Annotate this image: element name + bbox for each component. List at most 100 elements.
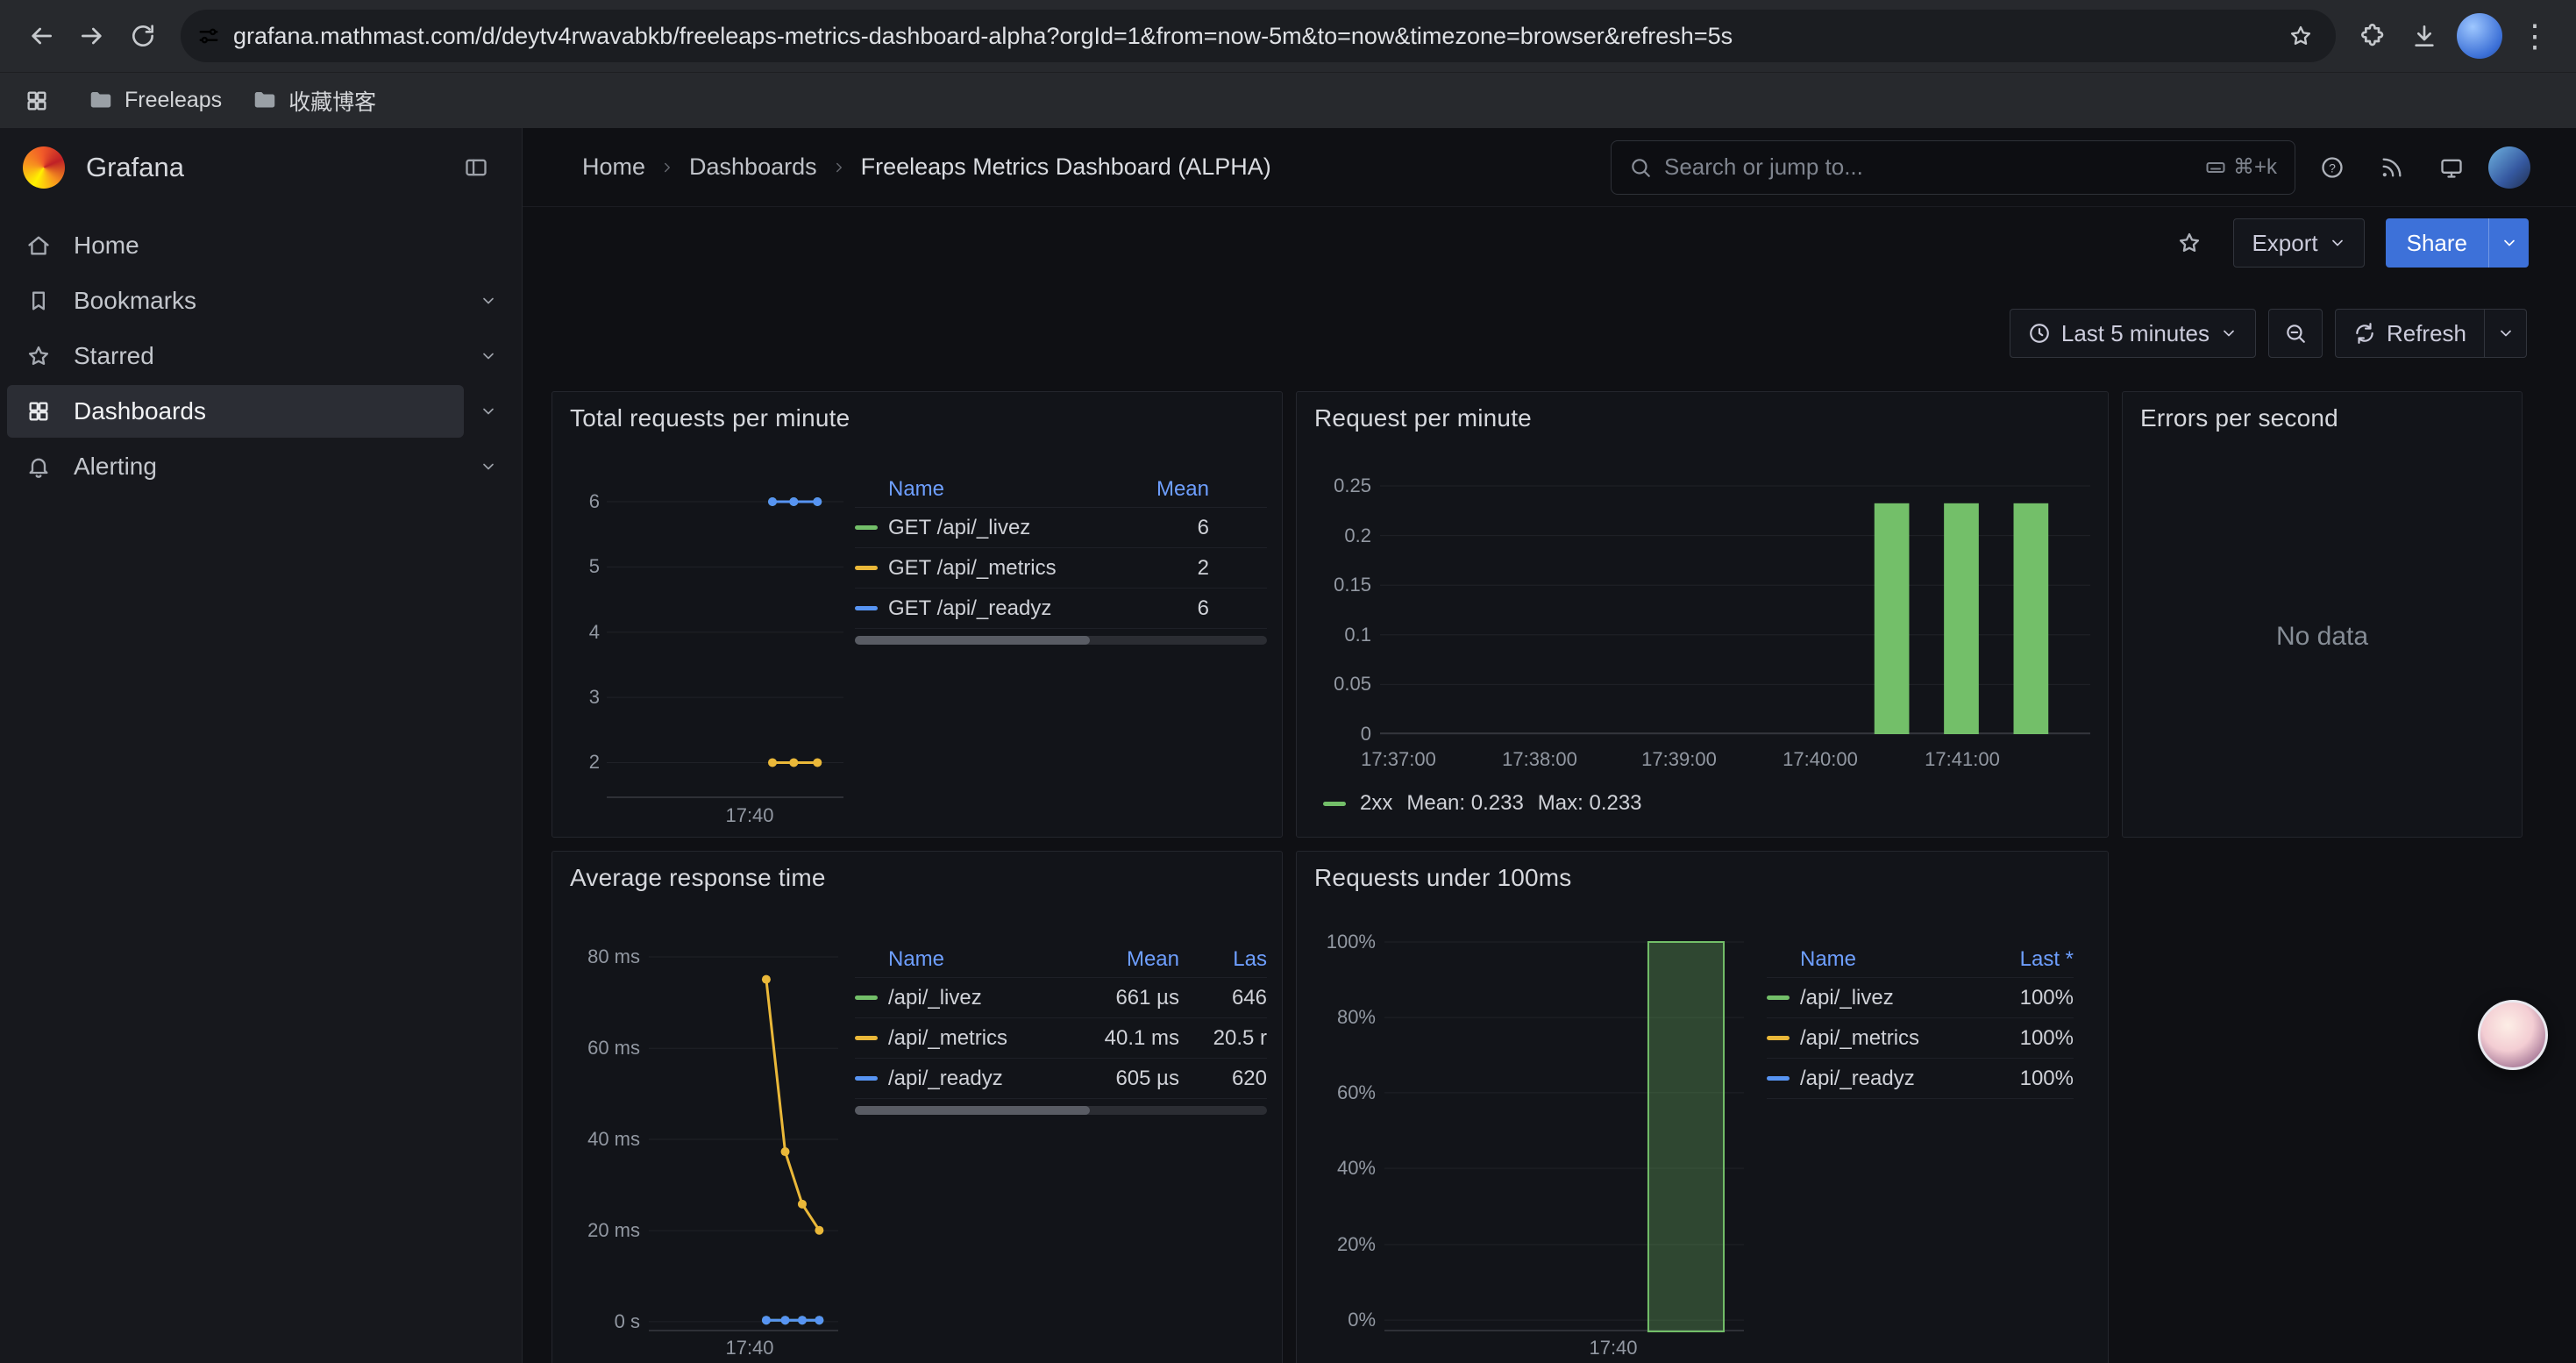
download-icon bbox=[2410, 22, 2438, 50]
x-tick: 17:38:00 bbox=[1478, 748, 1601, 771]
sidebar-item-starred-link[interactable]: Starred bbox=[7, 330, 464, 382]
y-tick: 4 bbox=[561, 622, 600, 643]
export-button[interactable]: Export bbox=[2233, 218, 2364, 268]
expand-bookmarks-button[interactable] bbox=[464, 276, 513, 325]
series-label[interactable]: 2xx bbox=[1360, 791, 1392, 816]
refresh-button[interactable]: Refresh bbox=[2335, 309, 2485, 358]
y-tick: 40% bbox=[1310, 1158, 1376, 1179]
expand-dashboards-button[interactable] bbox=[464, 387, 513, 436]
header-actions: ? bbox=[2309, 145, 2530, 190]
back-button[interactable] bbox=[16, 11, 67, 61]
display-button[interactable] bbox=[2429, 145, 2474, 190]
chevron-down-icon bbox=[480, 292, 497, 310]
refresh-icon bbox=[2353, 322, 2376, 345]
y-tick: 60 ms bbox=[561, 1038, 640, 1059]
sidebar-item-home-link[interactable]: Home bbox=[7, 219, 513, 272]
legend-row[interactable]: /api/_livez 661 µs 646 bbox=[855, 978, 1267, 1018]
share-menu-button[interactable] bbox=[2488, 218, 2529, 268]
sidebar-item-dashboards: Dashboards bbox=[7, 385, 513, 438]
sidebar-item-label: Alerting bbox=[74, 453, 157, 481]
scrollbar-thumb[interactable] bbox=[855, 636, 1090, 645]
assistant-avatar-bubble[interactable] bbox=[2478, 1000, 2548, 1070]
refresh-interval-button[interactable] bbox=[2485, 309, 2527, 358]
time-range-picker[interactable]: Last 5 minutes bbox=[2010, 309, 2256, 358]
news-button[interactable] bbox=[2369, 145, 2415, 190]
y-tick: 0.1 bbox=[1310, 624, 1371, 646]
x-tick: 17:41:00 bbox=[1901, 748, 2024, 771]
y-tick: 0% bbox=[1310, 1309, 1376, 1331]
legend-row[interactable]: /api/_metrics 40.1 ms 20.5 r bbox=[855, 1018, 1267, 1059]
legend-row[interactable]: GET /api/_livez 6 bbox=[855, 508, 1267, 548]
y-tick: 5 bbox=[561, 556, 600, 577]
search-shortcut: ⌘+k bbox=[2205, 154, 2277, 180]
apps-shortcut-button[interactable] bbox=[16, 80, 58, 122]
downloads-button[interactable] bbox=[2399, 11, 2450, 61]
forward-button[interactable] bbox=[67, 11, 117, 61]
legend-header-name[interactable]: Name bbox=[888, 947, 1088, 972]
legend-header-last[interactable]: Las bbox=[1192, 947, 1267, 972]
rss-icon bbox=[2380, 155, 2404, 180]
sidebar-item-bookmarks-link[interactable]: Bookmarks bbox=[7, 275, 464, 327]
bookmark-folder-blogs[interactable]: 收藏博客 bbox=[252, 85, 376, 117]
legend-row[interactable]: /api/_readyz 100% bbox=[1767, 1059, 2074, 1099]
legend-header-mean[interactable]: Mean bbox=[1130, 477, 1209, 502]
series-color-swatch bbox=[1323, 802, 1346, 806]
y-tick: 20% bbox=[1310, 1234, 1376, 1255]
sidebar-item-alerting-link[interactable]: Alerting bbox=[7, 440, 464, 493]
legend-row[interactable]: /api/_livez 100% bbox=[1767, 978, 2074, 1018]
y-tick: 80% bbox=[1310, 1007, 1376, 1028]
clock-icon bbox=[2028, 322, 2051, 345]
browser-profile-avatar[interactable] bbox=[2457, 13, 2502, 59]
site-settings-icon[interactable] bbox=[196, 24, 221, 48]
panel-request-per-minute: Request per minute 0.25 0.2 0.15 0.1 0.0… bbox=[1296, 391, 2109, 838]
star-icon bbox=[2177, 231, 2202, 255]
time-controls: Last 5 minutes Refresh bbox=[2010, 309, 2527, 358]
browser-menu-button[interactable]: ⋮ bbox=[2509, 11, 2560, 61]
legend-row[interactable]: /api/_metrics 100% bbox=[1767, 1018, 2074, 1059]
breadcrumb-dashboards[interactable]: Dashboards bbox=[689, 153, 817, 181]
legend-header-name[interactable]: Name bbox=[888, 477, 1130, 502]
expand-alerting-button[interactable] bbox=[464, 442, 513, 491]
folder-icon bbox=[252, 88, 278, 114]
screen: grafana.mathmast.com/d/deytv4rwavabkb/fr… bbox=[0, 0, 2576, 1363]
series-color-swatch bbox=[1767, 1036, 1790, 1040]
legend-header-mean[interactable]: Mean bbox=[1088, 947, 1179, 972]
breadcrumb-current-page: Freeleaps Metrics Dashboard (ALPHA) bbox=[861, 153, 1271, 181]
breadcrumb-home[interactable]: Home bbox=[582, 153, 645, 181]
under-100ms-bar-chart bbox=[1384, 942, 1744, 1331]
chevron-down-icon bbox=[2220, 325, 2238, 342]
bookmark-page-button[interactable] bbox=[2281, 17, 2320, 55]
help-icon: ? bbox=[2320, 155, 2345, 180]
favorite-dashboard-button[interactable] bbox=[2167, 220, 2212, 266]
legend-row[interactable]: GET /api/_readyz 6 bbox=[855, 589, 1267, 629]
legend-header-last[interactable]: Last * bbox=[1977, 947, 2074, 972]
help-button[interactable]: ? bbox=[2309, 145, 2355, 190]
legend-row[interactable]: /api/_readyz 605 µs 620 bbox=[855, 1059, 1267, 1099]
search-bar[interactable]: ⌘+k bbox=[1611, 140, 2295, 195]
legend-row[interactable]: GET /api/_metrics 2 bbox=[855, 548, 1267, 589]
panel-title: Total requests per minute bbox=[570, 404, 850, 432]
legend-header-name[interactable]: Name bbox=[1800, 947, 1977, 972]
bookmark-folder-freeleaps[interactable]: Freeleaps bbox=[88, 88, 222, 114]
legend-scrollbar[interactable] bbox=[855, 636, 1267, 645]
sidebar-collapse-button[interactable] bbox=[453, 145, 499, 190]
no-data-message: No data bbox=[2123, 622, 2522, 652]
y-tick: 0.2 bbox=[1310, 525, 1371, 546]
search-input[interactable] bbox=[1664, 153, 2193, 181]
legend-scrollbar[interactable] bbox=[855, 1106, 1267, 1115]
share-button[interactable]: Share bbox=[2386, 218, 2488, 268]
user-avatar[interactable] bbox=[2488, 146, 2530, 189]
star-icon bbox=[2288, 24, 2313, 48]
legend-table: Name Mean Las /api/_livez 661 µs 646 bbox=[855, 941, 1267, 1115]
reload-button[interactable] bbox=[117, 11, 168, 61]
expand-starred-button[interactable] bbox=[464, 332, 513, 381]
grafana-header: Home Dashboards Freeleaps Metrics Dashbo… bbox=[523, 128, 2576, 207]
extensions-button[interactable] bbox=[2348, 11, 2399, 61]
bell-icon bbox=[26, 454, 51, 479]
scrollbar-thumb[interactable] bbox=[855, 1106, 1090, 1115]
chevron-right-icon bbox=[831, 160, 847, 175]
zoom-out-button[interactable] bbox=[2268, 309, 2323, 358]
grafana-logo[interactable] bbox=[23, 146, 65, 189]
sidebar-item-dashboards-link[interactable]: Dashboards bbox=[7, 385, 464, 438]
url-bar[interactable]: grafana.mathmast.com/d/deytv4rwavabkb/fr… bbox=[181, 10, 2336, 62]
